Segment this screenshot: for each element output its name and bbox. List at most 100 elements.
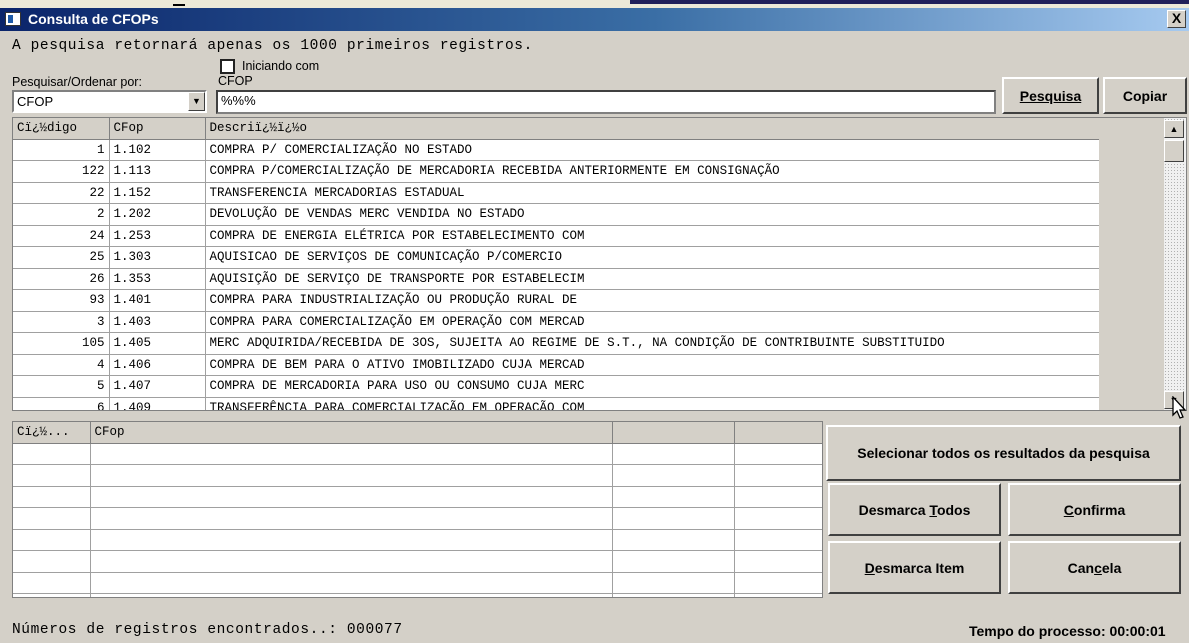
results-header: Cï¿½digo CFop Descriï¿½ï¿½o (13, 118, 1100, 140)
desmarca-todos-label: Desmarca Todos (858, 501, 971, 518)
cell-codigo: 4 (13, 354, 110, 376)
background-window-edge (630, 0, 1189, 4)
selected-table: Cï¿½... CFop (13, 422, 822, 597)
col-header-empty[interactable] (734, 422, 822, 444)
desmarca-todos-button[interactable]: Desmarca Todos (828, 483, 1001, 536)
cell-descricao: COMPRA P/COMERCIALIZAÇÃO DE MERCADORIA R… (205, 160, 1100, 183)
cell-descricao: COMPRA DE ENERGIA ELÉTRICA POR ESTABELEC… (205, 225, 1100, 247)
window-title: Consulta de CFOPs (28, 11, 159, 27)
table-row[interactable] (13, 529, 822, 551)
results-scrollbar[interactable]: ▲ ▼ (1164, 118, 1186, 410)
cell-descricao: COMPRA DE BEM PARA O ATIVO IMOBILIZADO C… (205, 354, 1100, 376)
cell-descricao: DEVOLUÇÃO DE VENDAS MERC VENDIDA NO ESTA… (205, 203, 1100, 226)
search-input[interactable]: %%% (216, 90, 996, 114)
table-row[interactable]: 24 1.253 COMPRA DE ENERGIA ELÉTRICA POR ES… (13, 225, 1100, 247)
cell-descricao: TRANSFERÊNCIA PARA COMERCIALIZAÇÃO EM OP… (205, 397, 1100, 410)
confirma-button[interactable]: Confirma (1008, 483, 1181, 536)
order-by-value: CFOP (17, 94, 54, 109)
table-row[interactable]: 26 1.353 AQUISIÇÃO DE SERVIÇO DE TRANSPORT… (13, 268, 1100, 290)
info-text: A pesquisa retornará apenas os 1000 prim… (12, 38, 533, 54)
cell-cfop: 1.102 (109, 139, 206, 161)
table-row[interactable]: 6 1.409 TRANSFERÊNCIA PARA COMERCIALIZAÇÃO… (13, 397, 1100, 410)
minimize-mark-icon (173, 0, 185, 6)
confirma-label: Confirma (1063, 501, 1126, 518)
table-row[interactable]: 1 1.102 COMPRA P/ COMERCIALIZAÇÃO NO ESTAD… (13, 139, 1100, 161)
cell-cfop: 1.405 (109, 332, 206, 355)
table-row[interactable] (13, 507, 822, 530)
app-icon (5, 12, 21, 26)
table-row[interactable] (13, 550, 822, 573)
cell-codigo: 93 (13, 289, 110, 312)
pesquisa-label: Pesquisa (1019, 87, 1082, 104)
field-label: CFOP (218, 74, 253, 88)
cell-cfop: 1.303 (109, 246, 206, 269)
table-row[interactable]: 122 1.113 COMPRA P/COMERCIALIZAÇÃO DE MERC… (13, 160, 1100, 183)
cell-cfop: 1.202 (109, 203, 206, 226)
table-row[interactable] (13, 486, 822, 508)
records-count: Números de registros encontrados..: 0000… (12, 622, 403, 638)
copiar-button[interactable]: Copiar (1103, 77, 1187, 114)
cell-cfop: 1.406 (109, 354, 206, 376)
table-row[interactable] (13, 572, 822, 594)
chevron-down-icon[interactable]: ▼ (188, 92, 205, 111)
cell-codigo: 25 (13, 246, 110, 269)
cell-cfop: 1.113 (109, 160, 206, 183)
cell-descricao: COMPRA PARA COMERCIALIZAÇÃO EM OPERAÇÃO … (205, 311, 1100, 333)
cell-descricao: COMPRA P/ COMERCIALIZAÇÃO NO ESTADO (205, 139, 1100, 161)
col-header-codigo[interactable]: Cï¿½digo (13, 118, 110, 140)
close-button[interactable]: X (1167, 10, 1186, 28)
table-row[interactable] (13, 443, 822, 465)
cell-codigo: 22 (13, 182, 110, 204)
cell-descricao: COMPRA PARA INDUSTRIALIZAÇÃO OU PRODUÇÃO… (205, 289, 1100, 312)
desmarca-item-label: Desmarca Item (864, 559, 965, 576)
table-row[interactable]: 93 1.401 COMPRA PARA INDUSTRIALIZAÇÃO OU P… (13, 289, 1100, 312)
table-row[interactable]: 4 1.406 COMPRA DE BEM PARA O ATIVO IMOBILI… (13, 354, 1100, 376)
table-row[interactable]: 105 1.405 MERC ADQUIRIDA/RECEBIDA DE 3OS, … (13, 332, 1100, 355)
table-row[interactable] (13, 464, 822, 487)
cell-codigo: 122 (13, 160, 110, 183)
cancela-label: Cancela (1067, 559, 1122, 576)
table-row[interactable]: 22 1.152 TRANSFERENCIA MERCADORIAS ESTADUA… (13, 182, 1100, 204)
col-header-cfop[interactable]: CFop (90, 422, 613, 444)
cell-cfop: 1.409 (109, 397, 206, 410)
col-header-cfop[interactable]: CFop (109, 118, 206, 140)
cell-codigo: 24 (13, 225, 110, 247)
col-header-empty[interactable] (612, 422, 735, 444)
order-by-label: Pesquisar/Ordenar por: (12, 75, 142, 89)
results-grid[interactable]: Cï¿½digo CFop Descriï¿½ï¿½o 1 1.102 COMPRA… (12, 117, 1187, 411)
cell-descricao: COMPRA DE MERCADORIA PARA USO OU CONSUMO… (205, 375, 1100, 398)
table-row[interactable] (13, 593, 822, 597)
table-row[interactable]: 3 1.403 COMPRA PARA COMERCIALIZAÇÃO EM OPE… (13, 311, 1100, 333)
cancela-button[interactable]: Cancela (1008, 541, 1181, 594)
triangle-up-icon[interactable]: ▲ (1164, 120, 1184, 138)
cell-codigo: 26 (13, 268, 110, 290)
table-row[interactable]: 5 1.407 COMPRA DE MERCADORIA PARA USO OU C… (13, 375, 1100, 398)
order-by-select[interactable]: CFOP ▼ (12, 90, 207, 113)
cell-descricao: AQUISICAO DE SERVIÇOS DE COMUNICAÇÃO P/C… (205, 246, 1100, 269)
cell-cfop: 1.401 (109, 289, 206, 312)
process-time: Tempo do processo: 00:00:01 (969, 623, 1166, 639)
scroll-thumb[interactable] (1164, 140, 1184, 162)
selected-header: Cï¿½... CFop (13, 422, 822, 444)
col-header-descricao[interactable]: Descriï¿½ï¿½o (205, 118, 1100, 140)
table-row[interactable]: 25 1.303 AQUISICAO DE SERVIÇOS DE COMUNICA… (13, 246, 1100, 269)
title-bar: Consulta de CFOPs X (0, 8, 1189, 31)
table-row[interactable]: 2 1.202 DEVOLUÇÃO DE VENDAS MERC VENDIDA N… (13, 203, 1100, 226)
results-scrollbar-area: ▲ ▼ (1099, 118, 1186, 410)
pesquisa-button[interactable]: Pesquisa (1002, 77, 1099, 114)
desmarca-item-button[interactable]: Desmarca Item (828, 541, 1001, 594)
select-all-button[interactable]: Selecionar todos os resultados da pesqui… (826, 425, 1181, 481)
starting-with-label: Iniciando com (242, 59, 320, 73)
cell-cfop: 1.152 (109, 182, 206, 204)
cell-codigo: 5 (13, 375, 110, 398)
starting-with-checkbox[interactable] (220, 59, 235, 74)
selected-grid[interactable]: Cï¿½... CFop (12, 421, 823, 598)
cell-cfop: 1.407 (109, 375, 206, 398)
col-header-codigo[interactable]: Cï¿½... (13, 422, 91, 444)
cell-descricao: TRANSFERENCIA MERCADORIAS ESTADUAL (205, 182, 1100, 204)
cell-codigo: 105 (13, 332, 110, 355)
cell-codigo: 1 (13, 139, 110, 161)
cell-codigo: 2 (13, 203, 110, 226)
cell-descricao: AQUISIÇÃO DE SERVIÇO DE TRANSPORTE POR E… (205, 268, 1100, 290)
cell-cfop: 1.353 (109, 268, 206, 290)
